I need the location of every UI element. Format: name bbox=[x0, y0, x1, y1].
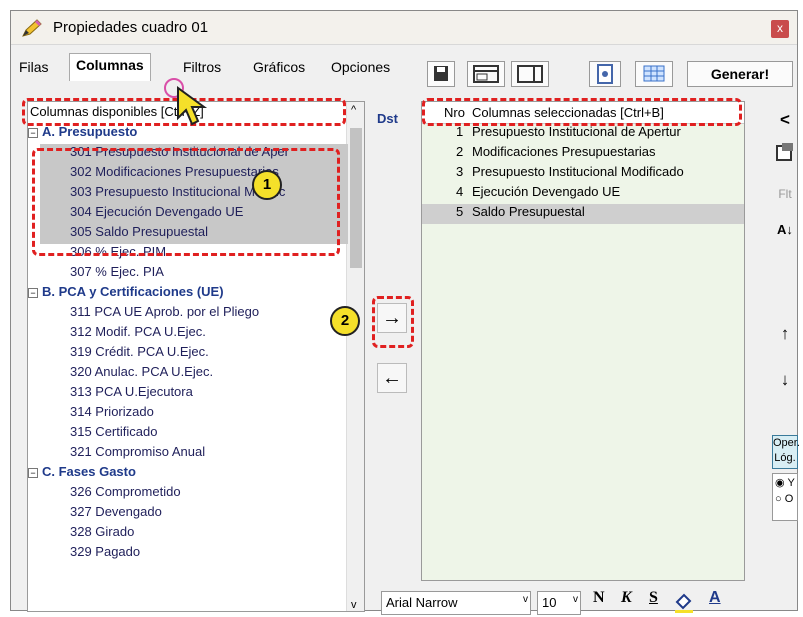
table-row[interactable]: 1 Presupuesto Institucional de Apertur bbox=[422, 124, 744, 144]
list-item[interactable]: 307 % Ejec. PIA bbox=[40, 264, 164, 284]
split-layout-icon bbox=[517, 65, 543, 83]
tab-graficos[interactable]: Gráficos bbox=[253, 59, 305, 75]
table-row[interactable]: 4 Ejecución Devengado UE bbox=[422, 184, 744, 204]
list-item[interactable]: 328 Girado bbox=[40, 524, 134, 544]
pencil-icon bbox=[22, 19, 42, 37]
row-label: Presupuesto Institucional Modificado bbox=[472, 164, 684, 179]
list-item[interactable]: 312 Modif. PCA U.Ejec. bbox=[40, 324, 206, 344]
table-button[interactable] bbox=[635, 61, 673, 87]
annotation-box-add-button bbox=[372, 296, 414, 348]
scroll-up-icon[interactable]: ^ bbox=[351, 104, 356, 116]
annotation-box-selected-items bbox=[32, 148, 340, 256]
font-color-button[interactable]: A bbox=[709, 589, 721, 607]
list-item[interactable]: 321 Compromiso Anual bbox=[40, 444, 205, 464]
group-label: B. PCA y Certificaciones (UE) bbox=[42, 284, 224, 299]
properties-button[interactable] bbox=[772, 141, 798, 167]
title-bar: Propiedades cuadro 01 x bbox=[11, 11, 797, 45]
row-label: Ejecución Devengado UE bbox=[472, 184, 621, 199]
logic-option-group: ◉ Y ○ O bbox=[772, 473, 798, 521]
row-nro: 5 bbox=[456, 204, 464, 219]
close-button[interactable]: x bbox=[771, 20, 789, 38]
chevron-down-icon[interactable]: v bbox=[573, 594, 578, 605]
tab-bar: Filas Columnas Filtros Gráficos Opciones bbox=[11, 45, 411, 81]
collapse-icon[interactable]: − bbox=[28, 287, 38, 298]
strike-button[interactable]: S bbox=[649, 589, 658, 607]
size-select[interactable]: 10 v bbox=[537, 591, 581, 615]
preview-button[interactable] bbox=[589, 61, 621, 87]
group-b-pca[interactable]: − B. PCA y Certificaciones (UE) bbox=[28, 284, 224, 304]
italic-button[interactable]: K bbox=[621, 589, 632, 607]
list-item[interactable]: 319 Crédit. PCA U.Ejec. bbox=[40, 344, 209, 364]
group-label: C. Fases Gasto bbox=[42, 464, 136, 479]
font-select[interactable]: Arial Narrow v bbox=[381, 591, 531, 615]
vertical-scrollbar[interactable]: ^ v bbox=[346, 102, 364, 611]
row-nro: 1 bbox=[456, 124, 464, 139]
annotation-badge-1: 1 bbox=[252, 170, 282, 200]
list-item[interactable]: 313 PCA U.Ejecutora bbox=[40, 384, 193, 404]
collapse-icon[interactable]: − bbox=[28, 127, 38, 138]
row-nro: 3 bbox=[456, 164, 464, 179]
scroll-down-icon[interactable]: v bbox=[351, 599, 357, 611]
list-item[interactable]: 327 Devengado bbox=[40, 504, 162, 524]
collapse-icon[interactable]: − bbox=[28, 467, 38, 478]
table-row[interactable]: 3 Presupuesto Institucional Modificado bbox=[422, 164, 744, 184]
properties-icon bbox=[776, 143, 793, 161]
window-layout-icon bbox=[473, 65, 499, 83]
layout-button-2[interactable] bbox=[511, 61, 549, 87]
table-row[interactable]: 2 Modificaciones Presupuestarias bbox=[422, 144, 744, 164]
list-item[interactable]: 314 Priorizado bbox=[40, 404, 154, 424]
save-button[interactable] bbox=[427, 61, 455, 87]
table-row[interactable]: 5 Saldo Presupuestal bbox=[422, 204, 744, 224]
table-icon bbox=[643, 65, 665, 82]
layout-button-1[interactable] bbox=[467, 61, 505, 87]
list-item[interactable]: 329 Pagado bbox=[40, 544, 140, 564]
move-down-button[interactable]: ↓ bbox=[772, 367, 798, 393]
list-item[interactable]: 311 PCA UE Aprob. por el Pliego bbox=[40, 304, 259, 324]
row-label: Presupuesto Institucional de Apertur bbox=[472, 124, 681, 139]
save-icon bbox=[434, 66, 448, 81]
option-o-label: O bbox=[784, 493, 794, 505]
font-select-value: Arial Narrow bbox=[386, 595, 458, 610]
dst-label[interactable]: Dst bbox=[377, 111, 398, 126]
list-item[interactable]: 326 Comprometido bbox=[40, 484, 181, 504]
annotation-box-selected-header bbox=[422, 98, 742, 126]
bold-button[interactable]: N bbox=[593, 589, 605, 607]
option-y-label: Y bbox=[787, 477, 795, 489]
option-o[interactable]: ○ O bbox=[773, 491, 797, 507]
list-item[interactable]: 320 Anulac. PCA U.Ejec. bbox=[40, 364, 213, 384]
tab-columnas[interactable]: Columnas bbox=[69, 53, 151, 81]
selected-columns-panel: Nro Columnas seleccionadas [Ctrl+B] 1 Pr… bbox=[421, 101, 745, 581]
remove-column-button[interactable]: ← bbox=[377, 363, 407, 393]
filter-button[interactable]: Flt bbox=[772, 181, 798, 207]
tab-filas[interactable]: Filas bbox=[19, 59, 49, 75]
row-nro: 2 bbox=[456, 144, 464, 159]
option-y[interactable]: ◉ Y bbox=[773, 474, 797, 491]
row-nro: 4 bbox=[456, 184, 464, 199]
oper-log-label: Oper. Lóg. bbox=[772, 435, 800, 469]
sort-button[interactable]: A↓ bbox=[772, 217, 798, 243]
chevron-down-icon[interactable]: v bbox=[523, 594, 528, 605]
tab-opciones[interactable]: Opciones bbox=[331, 59, 390, 75]
mouse-cursor-icon bbox=[164, 78, 208, 126]
group-label: A. Presupuesto bbox=[42, 124, 138, 139]
size-select-value: 10 bbox=[542, 595, 557, 610]
list-item[interactable]: 315 Certificado bbox=[40, 424, 157, 444]
collapse-arrow-button[interactable]: < bbox=[772, 107, 798, 133]
radio-checked-icon[interactable]: ◉ bbox=[775, 477, 785, 489]
document-icon bbox=[597, 64, 613, 84]
group-c-fases[interactable]: − C. Fases Gasto bbox=[28, 464, 136, 484]
generate-button[interactable]: Generar! bbox=[687, 61, 793, 87]
scroll-thumb[interactable] bbox=[350, 128, 362, 268]
move-up-button[interactable]: ↑ bbox=[772, 321, 798, 347]
row-label: Modificaciones Presupuestarias bbox=[472, 144, 656, 159]
radio-unchecked-icon[interactable]: ○ bbox=[775, 493, 782, 505]
row-label: Saldo Presupuestal bbox=[472, 204, 585, 219]
window-title: Propiedades cuadro 01 bbox=[53, 19, 209, 36]
annotation-badge-2: 2 bbox=[330, 306, 360, 336]
